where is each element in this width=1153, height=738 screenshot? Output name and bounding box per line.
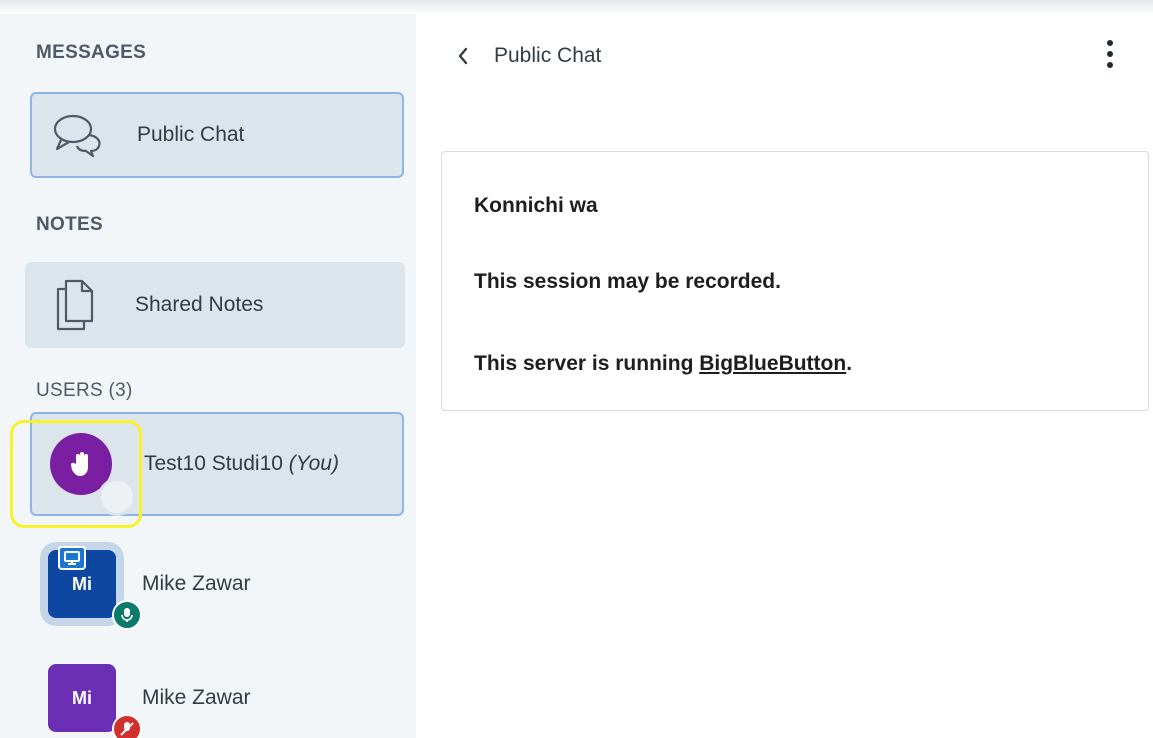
notes-section-title: NOTES — [36, 214, 103, 235]
chat-bubbles-icon — [50, 109, 106, 161]
presenter-icon — [58, 546, 86, 570]
chevron-left-icon[interactable] — [456, 42, 474, 70]
user-list-item[interactable]: Mi Mike Zawar — [30, 532, 404, 636]
user-name: Mike Zawar — [142, 686, 251, 709]
user-name: Mike Zawar — [142, 572, 251, 595]
recording-notice: This session may be recorded. — [474, 270, 781, 293]
welcome-greeting: Konnichi wa — [474, 194, 598, 217]
avatar-initials: Mi — [72, 573, 92, 594]
welcome-message: Konnichi wa This session may be recorded… — [441, 151, 1149, 411]
highlight-annotation — [10, 420, 142, 528]
avatar: Mi — [48, 664, 142, 738]
shared-notes-label: Shared Notes — [135, 293, 264, 316]
server-notice: This server is running BigBlueButton. — [474, 352, 853, 375]
bigbluebutton-link[interactable]: BigBlueButton — [699, 352, 846, 375]
public-chat-label: Public Chat — [137, 123, 245, 146]
messages-section-title: MESSAGES — [36, 42, 147, 63]
users-section-title: USERS (3) — [36, 380, 133, 401]
user-list-item[interactable]: Mi Mike Zawar — [30, 646, 404, 738]
microphone-icon — [112, 600, 142, 630]
kebab-menu-icon[interactable] — [1098, 36, 1122, 72]
avatar: Mi — [48, 546, 142, 630]
documents-icon — [47, 279, 103, 331]
user-name: Test10 Studi10 (You) — [144, 452, 339, 475]
top-shadow — [0, 0, 1153, 14]
chat-header: Public Chat — [456, 42, 601, 70]
sidebar-item-shared-notes[interactable]: Shared Notes — [25, 262, 405, 348]
chat-title[interactable]: Public Chat — [494, 44, 601, 68]
avatar-initials: Mi — [72, 687, 92, 708]
microphone-muted-icon — [112, 714, 142, 738]
sidebar-item-public-chat[interactable]: Public Chat — [30, 92, 404, 178]
